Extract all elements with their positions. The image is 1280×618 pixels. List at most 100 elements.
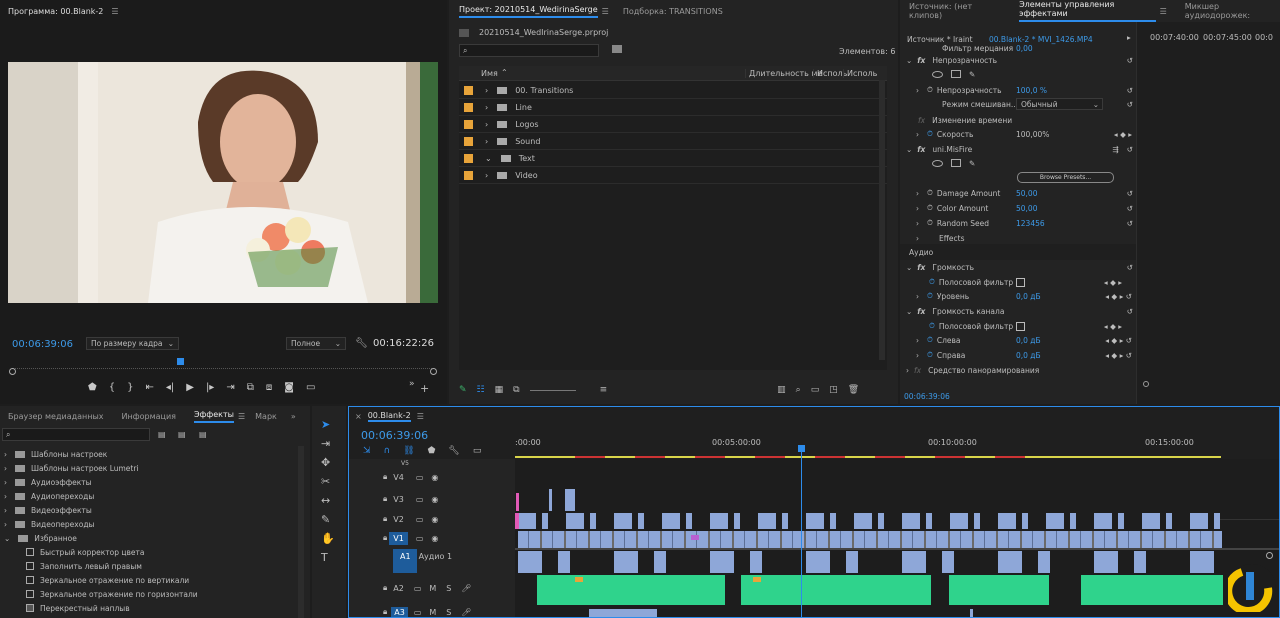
lift-icon[interactable]: ⧉ [247,382,254,393]
track-header[interactable]: 🔒︎ A2 ▭ M S 🎤︎ [349,575,515,601]
video-clip-track[interactable] [518,513,1220,529]
audio-clip[interactable] [537,575,725,605]
level-value[interactable]: 0,0 дБ [1016,292,1041,301]
ec-timecode[interactable]: 00:06:39:06 [904,392,950,401]
audio-clip[interactable] [741,575,931,605]
tab-audio-mixer[interactable]: Микшер аудиодорожек: [1185,2,1280,20]
chevron-right-icon[interactable]: › [916,336,919,345]
audio-clip[interactable] [949,575,1049,605]
tab-effect-controls[interactable]: Элементы управления эффектами [1019,0,1156,22]
time-ruler[interactable]: :00:00 00:05:00:00 00:10:00:00 00:15:00:… [515,433,1279,459]
video-clip[interactable] [516,493,519,511]
panel-menu-icon[interactable]: ☰ [1160,7,1167,16]
label-color-swatch[interactable] [464,136,473,146]
fit-select[interactable]: По размеру кадра ⌄ [86,337,179,350]
track-header[interactable]: A1 Аудио 1 [349,549,515,563]
pen-mask-icon[interactable]: ✎ [969,159,975,168]
mute-button[interactable]: M [429,584,436,593]
tab-bin-transitions[interactable]: Подборка: TRANSITIONS [623,7,723,16]
video-clip[interactable] [549,489,552,511]
stopwatch-icon[interactable]: ⏱︎ [927,203,933,213]
browse-presets-button[interactable]: Browse Presets... [1017,172,1114,183]
wrench-icon[interactable]: 🔧︎ [355,338,368,349]
opacity-value[interactable]: 100,0 % [1016,86,1047,95]
left-value[interactable]: 0,0 дБ [1016,336,1041,345]
play-icon[interactable]: ▶ [186,382,194,393]
tab-media-browser[interactable]: Браузер медиаданных [8,412,104,421]
new-bin-icon[interactable] [612,45,622,53]
snap-icon[interactable]: ∩ [384,446,391,456]
linked-selection-icon[interactable]: ⛓︎ [403,446,414,456]
chevron-right-icon[interactable]: › [916,189,919,198]
keyframe-nav-icon[interactable]: ◂ ◆ ▸ [1104,322,1122,331]
new-item-icon[interactable]: ◳ [829,385,838,395]
reset-icon[interactable]: ↺ [1127,86,1133,95]
add-marker-icon[interactable]: ⬟ [428,446,436,456]
toggle-output-icon[interactable]: ▭ [414,584,422,593]
lock-icon[interactable]: 🔒︎ [383,472,387,482]
panel-menu-icon[interactable]: ☰ [417,412,424,421]
stopwatch-icon[interactable]: ⏱︎ [927,291,933,301]
panel-menu-icon[interactable]: ☰ [238,412,245,421]
track-select-icon[interactable]: ⇥ [321,437,335,450]
hand-tool-icon[interactable]: ✋ [321,532,335,545]
keyframe-nav-icon[interactable]: ◂ ◆ ▸ [1104,278,1122,287]
chevron-right-icon[interactable]: › [916,219,919,228]
stopwatch-icon[interactable]: ⏱︎ [929,277,935,287]
volume-header[interactable]: ⌄ fx Громкость ↺ [906,259,1136,275]
tab-info[interactable]: Информация [122,412,176,421]
chevron-right-icon[interactable]: › [916,234,919,243]
chevron-right-icon[interactable]: › [916,204,919,213]
step-forward-icon[interactable]: |▸ [206,382,214,393]
mark-out-icon[interactable]: } [127,382,133,393]
program-timecode[interactable]: 00:06:39:06 [12,339,73,350]
automate-icon[interactable]: ▥ [777,385,786,395]
label-color-swatch[interactable] [464,170,473,180]
out-point-circle[interactable] [430,368,437,375]
label-color-swatch[interactable] [464,153,473,163]
ripple-edit-icon[interactable]: ✥ [321,456,335,469]
icon-view-icon[interactable]: ▦ [495,385,504,395]
add-button-icon[interactable]: + [420,382,429,395]
go-to-in-icon[interactable]: ⇤ [145,382,153,393]
list-item[interactable]: › Line [459,99,887,116]
solo-button[interactable]: S [446,608,451,617]
label-color-swatch[interactable] [464,85,473,95]
eye-icon[interactable]: ◉ [431,495,438,504]
freeform-view-icon[interactable]: ⧉ [513,385,519,395]
lock-icon[interactable]: 🔒︎ [383,607,387,617]
tab-project[interactable]: Проект: 20210514_WedirinaSerge [459,5,598,18]
toggle-output-icon[interactable]: ▭ [416,473,424,482]
audio-clip[interactable] [970,609,973,617]
list-item[interactable]: ⌄ Text [459,150,887,167]
col-duration[interactable]: Длительность ме [745,69,822,78]
list-item[interactable]: › Logos [459,116,887,133]
tab-effects[interactable]: Эффекты [193,410,234,423]
track-header[interactable]: 🔒︎ V4 ▭ ◉ [349,467,515,487]
extract-icon[interactable]: ⧈ [266,382,272,393]
right-value[interactable]: 0,0 дБ [1016,351,1041,360]
settings-icon[interactable]: ⇶ [1112,145,1118,154]
keyframe-nav-icon[interactable]: ◂ ◆ ▸ ↺ [1105,351,1132,360]
label-color-swatch[interactable] [464,102,473,112]
marker-icon[interactable]: ⬟ [88,382,97,393]
slip-tool-icon[interactable]: ↔ [321,494,335,507]
tab-source[interactable]: Источник: (нет клипов) [909,2,1001,20]
track-header[interactable]: V5 [349,459,515,467]
timeline-playhead[interactable] [801,449,802,617]
reset-icon[interactable]: ↺ [1127,145,1133,154]
stopwatch-icon[interactable]: ⏱︎ [927,129,933,139]
sort-icon[interactable]: ≡ [600,385,608,395]
stopwatch-icon[interactable]: ⏱︎ [927,350,933,360]
mic-icon[interactable]: 🎤︎ [461,584,471,593]
blend-select[interactable]: Обычный ⌄ [1016,98,1103,110]
chevron-right-icon[interactable]: › [485,171,488,180]
audio-clip[interactable] [589,609,657,617]
reset-icon[interactable]: ↺ [1127,307,1133,316]
pen-mask-icon[interactable]: ✎ [969,70,975,79]
eye-icon[interactable]: ◉ [431,515,438,524]
quality-select[interactable]: Полное ⌄ [286,337,346,350]
ellipse-mask-icon[interactable] [932,159,943,167]
audio-clip-track[interactable] [518,551,1222,573]
playhead-scrubber[interactable] [12,359,434,369]
